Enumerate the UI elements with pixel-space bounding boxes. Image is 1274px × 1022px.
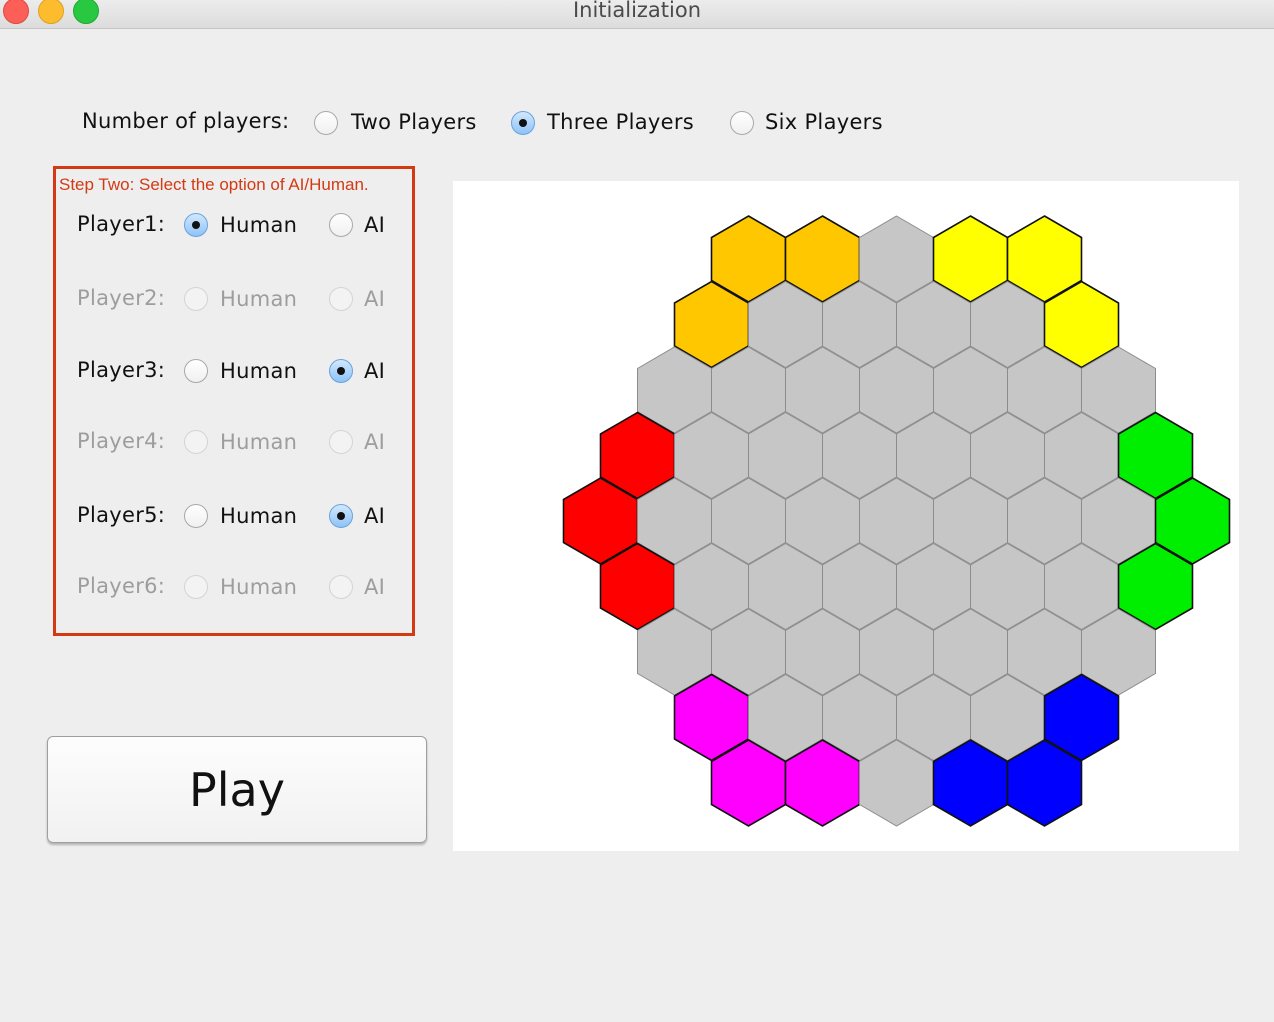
player2-label: Player2: (77, 286, 166, 310)
player1-ai-radio[interactable] (329, 213, 353, 237)
player3-ai-label[interactable]: AI (364, 359, 385, 383)
player2-ai-label: AI (364, 287, 386, 311)
player1-human-radio[interactable] (184, 213, 208, 237)
player5-label: Player5: (77, 503, 166, 527)
player4-human-radio (184, 430, 208, 454)
player6-ai-radio (329, 575, 353, 599)
player4-label: Player4: (77, 429, 166, 453)
player2-ai-radio (329, 287, 353, 311)
window-titlebar: Initialization (0, 0, 1274, 29)
player4-human-label: Human (220, 430, 298, 454)
two-players-label[interactable]: Two Players (351, 110, 477, 134)
window-title: Initialization (572, 0, 702, 22)
player2-human-label: Human (220, 287, 298, 311)
player6-label: Player6: (77, 574, 166, 598)
player1-human-label[interactable]: Human (220, 213, 297, 237)
player3-human-label[interactable]: Human (220, 359, 297, 383)
radio-two-players[interactable] (314, 111, 338, 135)
players-count-label: Number of players: (82, 109, 290, 133)
player1-ai-label[interactable]: AI (364, 213, 385, 237)
player6-human-label: Human (220, 575, 298, 599)
player5-ai-radio[interactable] (329, 504, 353, 528)
player1-label: Player1: (77, 212, 166, 236)
player3-human-radio[interactable] (184, 359, 208, 383)
hex-board-svg (562, 215, 1231, 827)
play-button[interactable]: Play (47, 736, 427, 843)
player4-ai-radio (329, 430, 353, 454)
player3-label: Player3: (77, 358, 166, 382)
player5-human-label[interactable]: Human (220, 504, 297, 528)
player3-ai-radio[interactable] (329, 359, 353, 383)
radio-three-players[interactable] (511, 111, 535, 135)
player4-ai-label: AI (364, 430, 386, 454)
player6-human-radio (184, 575, 208, 599)
player2-human-radio (184, 287, 208, 311)
player5-human-radio[interactable] (184, 504, 208, 528)
game-board (453, 181, 1239, 851)
six-players-label[interactable]: Six Players (765, 110, 883, 134)
step-two-title: Step Two: Select the option of AI/Human. (59, 175, 369, 194)
radio-six-players[interactable] (730, 111, 754, 135)
player6-ai-label: AI (364, 575, 386, 599)
three-players-label[interactable]: Three Players (547, 110, 694, 134)
player5-ai-label[interactable]: AI (364, 504, 385, 528)
